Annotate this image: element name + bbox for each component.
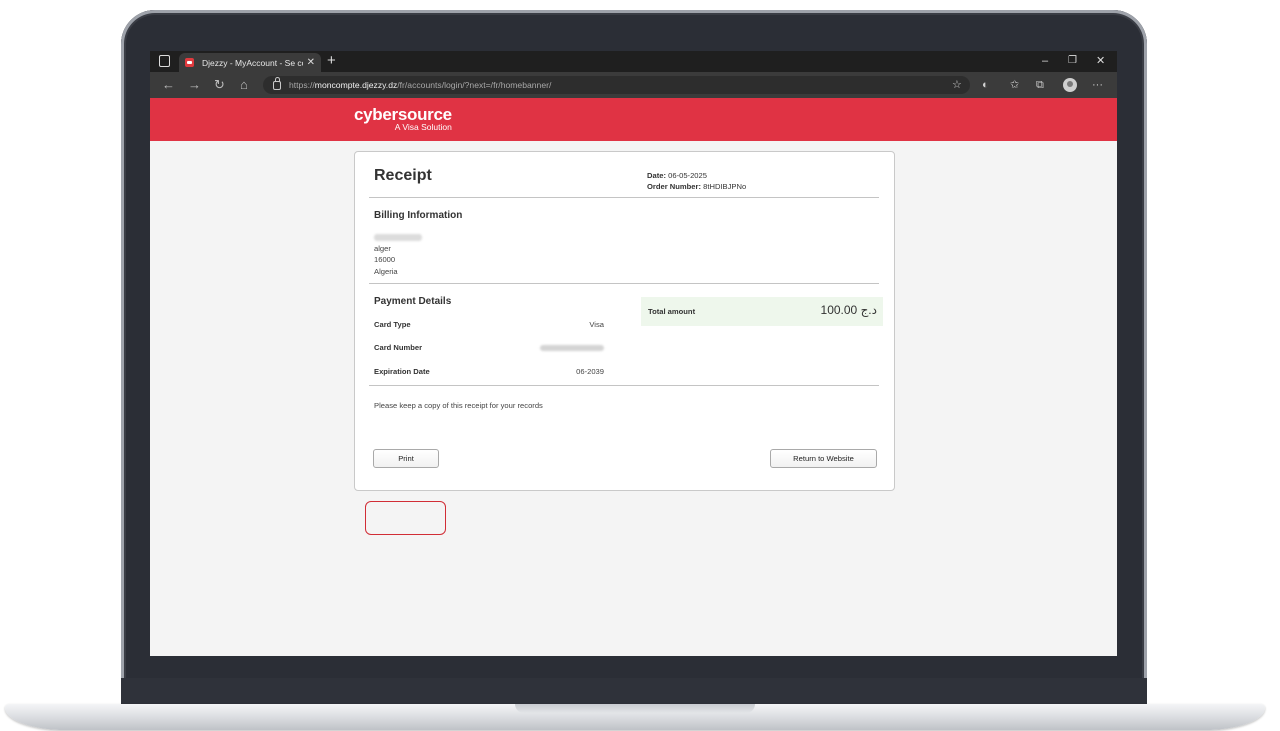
- order-value: 8tHDIBJPNo: [703, 182, 747, 191]
- tab-djezzy[interactable]: Djezzy - MyAccount - Se connec ✕: [179, 53, 321, 72]
- order-label: Order Number:: [647, 182, 702, 191]
- copilot-icon[interactable]: ◐: [982, 78, 989, 92]
- forward-icon[interactable]: →: [188, 77, 201, 93]
- browser-screen: Djezzy - MyAccount - Se connec ✕ + – ❐ ✕…: [150, 51, 1117, 656]
- restore-icon[interactable]: ❐: [1068, 53, 1077, 69]
- refresh-icon[interactable]: ↻: [214, 77, 225, 93]
- print-button[interactable]: Print: [373, 449, 439, 468]
- profile-avatar[interactable]: [1063, 78, 1077, 92]
- window-close-icon[interactable]: ✕: [1096, 53, 1105, 69]
- total-value: 100.00 د.ج: [820, 303, 877, 317]
- collections-icon[interactable]: ⧉: [1036, 78, 1044, 92]
- brand-name: cybersource: [354, 105, 452, 124]
- minimize-icon[interactable]: –: [1042, 53, 1048, 69]
- card-number-label: Card Number: [374, 343, 423, 352]
- redacted-card-number: [540, 345, 604, 351]
- lock-icon[interactable]: [273, 76, 281, 90]
- laptop-notch: [515, 704, 755, 713]
- divider: [369, 283, 879, 284]
- divider: [369, 197, 879, 198]
- url-scheme: https://: [289, 80, 315, 90]
- date-value: 06-05-2025: [668, 171, 707, 180]
- receipt-card: Receipt Date: 06-05-2025 Order Number: 8…: [354, 151, 895, 491]
- receipt-note: Please keep a copy of this receipt for y…: [374, 401, 543, 410]
- tab-strip: Djezzy - MyAccount - Se connec ✕ + – ❐ ✕: [150, 51, 1117, 72]
- home-icon[interactable]: ⌂: [240, 77, 248, 93]
- billing-line: Algeria: [374, 266, 398, 276]
- card-type-label: Card Type: [374, 320, 411, 329]
- receipt-meta: Date: 06-05-2025 Order Number: 8tHDIBJPN…: [647, 170, 746, 192]
- tab-title: Djezzy - MyAccount - Se connec: [202, 57, 303, 68]
- expiration-row: Expiration Date 06-2039: [374, 367, 604, 376]
- receipt-title: Receipt: [374, 167, 432, 184]
- expiration-label: Expiration Date: [374, 367, 430, 376]
- expiration-value: 06-2039: [576, 367, 604, 376]
- total-amount-box: Total amount 100.00 د.ج: [641, 297, 883, 326]
- payment-title: Payment Details: [374, 296, 452, 307]
- billing-title: Billing Information: [374, 210, 463, 221]
- address-input[interactable]: https:// moncompte.djezzy.dz /fr/account…: [263, 76, 970, 94]
- return-to-website-button[interactable]: Return to Website: [770, 449, 877, 468]
- billing-line: 16000: [374, 255, 396, 265]
- divider: [369, 385, 879, 386]
- date-label: Date:: [647, 171, 666, 180]
- card-type-row: Card Type Visa: [374, 320, 604, 329]
- more-icon[interactable]: ···: [1092, 78, 1103, 92]
- highlight-annotation: [365, 501, 446, 535]
- billing-address: alger 16000 Algeria: [374, 231, 422, 277]
- back-icon[interactable]: ←: [162, 77, 175, 93]
- total-label: Total amount: [648, 307, 696, 316]
- add-favorite-icon[interactable]: ☆: [952, 78, 962, 92]
- tab-close-icon[interactable]: ✕: [307, 57, 315, 68]
- billing-line: alger: [374, 243, 391, 253]
- new-tab-icon[interactable]: +: [327, 52, 336, 70]
- url-path: /fr/accounts/login/?next=/fr/homebanner/: [397, 80, 552, 90]
- page-header: cybersource A Visa Solution: [150, 98, 1117, 141]
- djezzy-favicon-icon: [185, 58, 194, 67]
- tab-actions-icon[interactable]: [159, 55, 170, 67]
- url-host: moncompte.djezzy.dz: [314, 80, 398, 90]
- redacted-name: [374, 233, 422, 241]
- cybersource-logo: cybersource A Visa Solution: [354, 106, 452, 133]
- card-number-value: [540, 343, 604, 352]
- address-bar-row: ← → ↻ ⌂ https:// moncompte.djezzy.dz /fr…: [150, 72, 1117, 98]
- card-type-value: Visa: [589, 320, 604, 329]
- favorites-icon[interactable]: ✩: [1010, 78, 1019, 92]
- card-number-row: Card Number: [374, 343, 604, 352]
